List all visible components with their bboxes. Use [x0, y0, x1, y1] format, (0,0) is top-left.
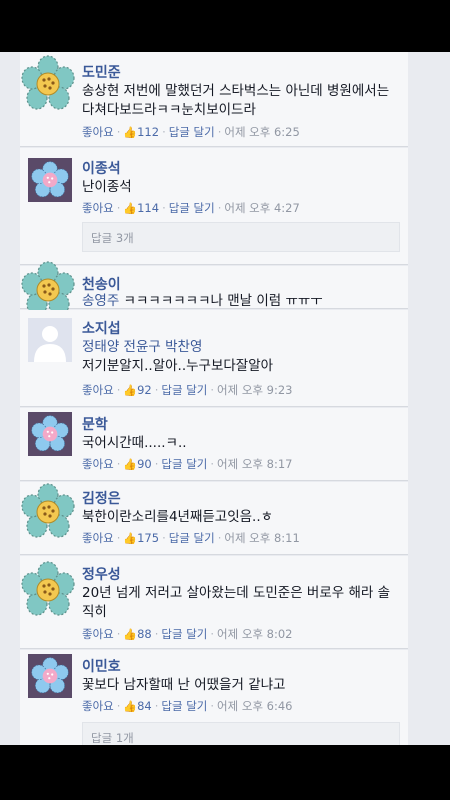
thumbs-up-icon: 👍 — [123, 628, 138, 641]
like-count[interactable]: 👍112 — [123, 125, 159, 139]
comment-meta: 좋아요 · 👍175 · 답글 달기 · 어제 오후 8:11 — [82, 531, 300, 545]
flower-sticker-icon[interactable] — [18, 560, 78, 620]
flower-sticker-icon[interactable] — [28, 158, 72, 202]
comment-card: 천송이 송영주 ㅋㅋㅋㅋㅋㅋㅋ나 맨날 이럼 ㅠㅠㅜ — [20, 261, 408, 316]
like-count[interactable]: 👍88 — [123, 627, 151, 641]
comment-text: 북한이란소리를4년째듣고잇음..ㅎ — [82, 509, 274, 525]
like-button[interactable]: 좋아요 — [82, 531, 114, 545]
comment-meta: 좋아요 · 👍92 · 답글 달기 · 어제 오후 9:23 — [82, 383, 293, 397]
thumbs-up-icon: 👍 — [123, 202, 138, 215]
thumbs-up-icon: 👍 — [123, 458, 138, 471]
comment-time: 어제 오후 8:02 — [217, 627, 293, 641]
thumbs-up-icon: 👍 — [123, 532, 138, 545]
comment-card: 소지섭 정태양 전윤구 박찬영 저기분알지..알아..누구보다잘알아 좋아요 · 👍… — [20, 310, 408, 407]
comment-author[interactable]: 김정은 — [82, 488, 121, 508]
reply-button[interactable]: 답글 달기 — [161, 457, 207, 471]
comment-meta: 좋아요 · 👍84 · 답글 달기 · 어제 오후 6:46 — [82, 699, 293, 713]
comment-text: 송영주 ㅋㅋㅋㅋㅋㅋㅋ나 맨날 이럼 ㅠㅠㅜ — [82, 293, 323, 309]
comment-text: 꽃보다 남자할때 난 어땠을거 같냐고 — [82, 677, 286, 693]
comment-time: 어제 오후 6:25 — [224, 125, 300, 139]
tagged-user[interactable]: 송영주 — [82, 293, 119, 309]
like-count[interactable]: 👍175 — [123, 531, 159, 545]
thumbs-up-icon: 👍 — [123, 384, 138, 397]
comment-card: 문학 국어시간때.....ㅋ.. 좋아요 · 👍90 · 답글 달기 · 어제 오후 8:1… — [20, 408, 408, 481]
reply-button[interactable]: 답글 달기 — [161, 383, 207, 397]
comment-card: 이종석 난이종석 좋아요 · 👍114 · 답글 달기 · 어제 오후 4:27 답글 3개 — [20, 148, 408, 265]
comment-time: 어제 오후 4:27 — [224, 201, 300, 215]
comment-author[interactable]: 도민준 — [82, 62, 121, 82]
comment-card: 김정은 북한이란소리를4년째듣고잇음..ㅎ 좋아요 · 👍175 · 답글 달기 · 어제 … — [20, 482, 408, 555]
like-count[interactable]: 👍84 — [123, 699, 151, 713]
comment-author[interactable]: 소지섭 — [82, 318, 121, 338]
comment-author[interactable]: 문학 — [82, 414, 108, 434]
like-button[interactable]: 좋아요 — [82, 699, 114, 713]
comment-card: 이민호 꽃보다 남자할때 난 어땠을거 같냐고 좋아요 · 👍84 · 답글 달기 · 어제… — [20, 650, 408, 745]
comment-card: 도민준 송상현 저번에 말했던거 스타벅스는 아닌데 병원에서는 다쳐다보드라ㅋ… — [20, 52, 408, 147]
like-button[interactable]: 좋아요 — [82, 383, 114, 397]
like-count[interactable]: 👍92 — [123, 383, 151, 397]
comment-text: 20년 넘게 저러고 살아왔는데 도민준은 버로우 해라 솔직히 — [82, 585, 391, 620]
comment-time: 어제 오후 8:11 — [224, 531, 300, 545]
comments-screen: 도민준 송상현 저번에 말했던거 스타벅스는 아닌데 병원에서는 다쳐다보드라ㅋ… — [0, 52, 450, 745]
flower-sticker-icon[interactable] — [28, 654, 72, 698]
flower-sticker-icon[interactable] — [18, 54, 78, 114]
comment-author[interactable]: 천송이 — [82, 274, 121, 294]
flower-sticker-icon[interactable] — [18, 482, 78, 542]
reply-button[interactable]: 답글 달기 — [161, 627, 207, 641]
comment-author[interactable]: 이종석 — [82, 158, 121, 178]
comment-meta: 좋아요 · 👍90 · 답글 달기 · 어제 오후 8:17 — [82, 457, 293, 471]
thumbs-up-icon: 👍 — [123, 126, 138, 139]
like-button[interactable]: 좋아요 — [82, 627, 114, 641]
reply-button[interactable]: 답글 달기 — [169, 125, 215, 139]
comment-text: 송상현 저번에 말했던거 스타벅스는 아닌데 병원에서는 다쳐다보드라ㅋㅋ눈치보… — [82, 83, 390, 118]
flower-sticker-icon[interactable] — [28, 412, 72, 456]
like-count[interactable]: 👍90 — [123, 457, 151, 471]
comment-meta: 좋아요 · 👍88 · 답글 달기 · 어제 오후 8:02 — [82, 627, 293, 641]
like-button[interactable]: 좋아요 — [82, 457, 114, 471]
comment-card: 정우성 20년 넘게 저러고 살아왔는데 도민준은 버로우 해라 솔직히 좋아요… — [20, 556, 408, 649]
comment-time: 어제 오후 9:23 — [217, 383, 293, 397]
comment-author[interactable]: 정우성 — [82, 564, 121, 584]
like-button[interactable]: 좋아요 — [82, 125, 114, 139]
comment-meta: 좋아요 · 👍112 · 답글 달기 · 어제 오후 6:25 — [82, 125, 300, 139]
comment-time: 어제 오후 8:17 — [217, 457, 293, 471]
view-replies-link[interactable]: 답글 3개 — [82, 222, 400, 252]
comment-meta: 좋아요 · 👍114 · 답글 달기 · 어제 오후 4:27 — [82, 201, 300, 215]
reply-button[interactable]: 답글 달기 — [169, 531, 215, 545]
comment-text: 난이종석 — [82, 179, 132, 195]
like-button[interactable]: 좋아요 — [82, 201, 114, 215]
thumbs-up-icon: 👍 — [123, 700, 138, 713]
comment-text: 국어시간때.....ㅋ.. — [82, 435, 187, 451]
reply-button[interactable]: 답글 달기 — [169, 201, 215, 215]
comment-author[interactable]: 이민호 — [82, 656, 121, 676]
like-count[interactable]: 👍114 — [123, 201, 159, 215]
view-replies-link[interactable]: 답글 1개 — [82, 722, 400, 745]
comment-text: 저기분알지..알아..누구보다잘알아 — [82, 358, 274, 374]
tagged-users[interactable]: 정태양 전윤구 박찬영 — [82, 338, 400, 357]
default-avatar-icon[interactable] — [28, 318, 72, 362]
comment-time: 어제 오후 6:46 — [217, 699, 293, 713]
reply-button[interactable]: 답글 달기 — [161, 699, 207, 713]
